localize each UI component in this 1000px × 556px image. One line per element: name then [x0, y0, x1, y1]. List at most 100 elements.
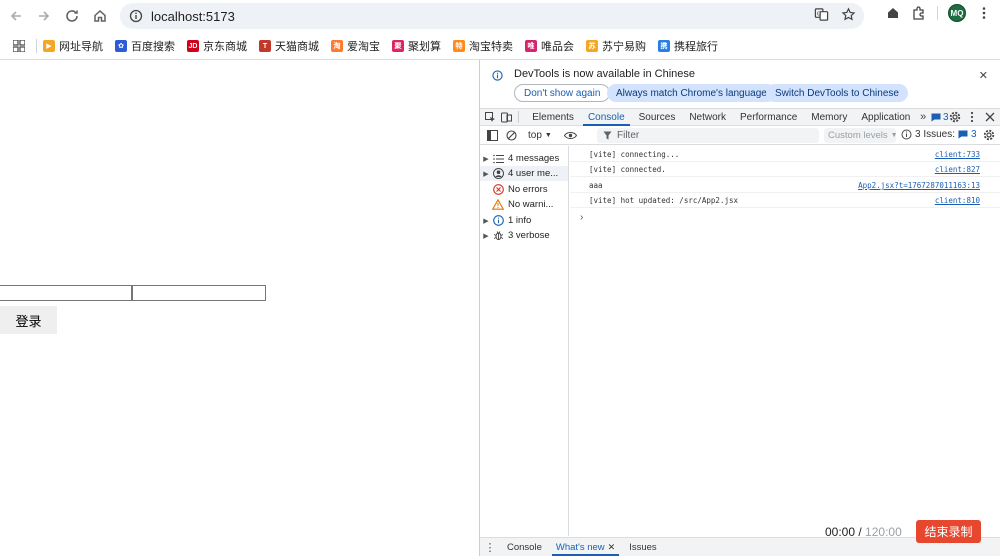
- bookmarks-bar: ▶ 网址导航 ✿ 百度搜索 JD 京东商城 T 天猫商城淘爱淘宝聚聚划算特淘宝特卖唯唯品会苏苏…: [0, 33, 1000, 59]
- close-tab-icon[interactable]: ✕: [608, 542, 616, 553]
- dont-show-again-button[interactable]: Don't show again: [514, 84, 611, 102]
- console-toolbar: top ▼ Filter Custom levels ▼ 3 Issues: 3: [480, 126, 1000, 145]
- drawer-menu-icon[interactable]: ⋮: [480, 541, 500, 554]
- bookmark-item[interactable]: 特淘宝特卖: [453, 38, 513, 54]
- sidebar-item-errors[interactable]: No errors: [480, 182, 568, 197]
- address-bar[interactable]: localhost:5173 G: [120, 3, 864, 29]
- drawer-tab-whats-new[interactable]: What's new ✕: [549, 538, 622, 556]
- bookmark-item[interactable]: 苏苏宁易购: [586, 38, 646, 54]
- sidebar-item-messages[interactable]: ▶ 4 messages: [480, 151, 568, 166]
- bookmark-item[interactable]: T 天猫商城: [259, 38, 319, 54]
- issues-info-icon: [901, 129, 912, 140]
- log-message: [vite] hot updated: /src/App2.jsx: [589, 196, 739, 205]
- log-levels-label: Custom levels: [828, 130, 888, 141]
- login-button[interactable]: 登录: [0, 306, 57, 334]
- log-source-link[interactable]: App2.jsx?t=1767287011163:13: [858, 181, 980, 190]
- bookmark-label: 淘宝特卖: [469, 41, 513, 53]
- url-text[interactable]: localhost:5173: [151, 9, 235, 24]
- switch-to-chinese-button[interactable]: Switch DevTools to Chinese: [766, 84, 908, 102]
- tab-application[interactable]: Application: [854, 109, 917, 126]
- log-source-link[interactable]: client:810: [935, 196, 980, 205]
- tab-performance[interactable]: Performance: [733, 109, 804, 126]
- console-prompt-icon[interactable]: ›: [580, 212, 583, 223]
- list-icon: [492, 153, 504, 165]
- drawer-tab-console[interactable]: Console: [500, 538, 549, 556]
- devtools-tabbar: Elements Console Sources Network Perform…: [480, 108, 1000, 126]
- devtools-close-icon[interactable]: [984, 110, 996, 124]
- sidebar-item-label: No warni...: [508, 199, 554, 210]
- sidebar-item-user-messages[interactable]: ▶ 4 user me...: [480, 166, 568, 181]
- devtools-menu-icon[interactable]: [967, 110, 979, 124]
- live-expression-eye-icon[interactable]: [564, 128, 578, 142]
- password-input[interactable]: [132, 285, 266, 301]
- bookmark-item[interactable]: ✿ 百度搜索: [115, 38, 175, 54]
- log-levels-dropdown[interactable]: Custom levels ▼: [824, 128, 898, 143]
- home-icon[interactable]: [86, 2, 114, 30]
- tab-memory[interactable]: Memory: [804, 109, 854, 126]
- bookmark-label: 百度搜索: [131, 41, 175, 53]
- browser-menu-icon[interactable]: [976, 5, 992, 21]
- context-selector[interactable]: top ▼: [528, 130, 552, 141]
- expand-caret-icon[interactable]: ▶: [480, 170, 492, 178]
- bookmarks-divider: [36, 39, 37, 53]
- console-settings-icon[interactable]: [982, 128, 996, 142]
- extensions-icon[interactable]: [911, 5, 927, 21]
- info-icon: [492, 215, 504, 227]
- user-icon: [492, 168, 504, 180]
- apps-grid-icon[interactable]: [6, 36, 32, 56]
- bookmark-favicon-icon: ▶: [43, 40, 55, 52]
- reload-icon[interactable]: [58, 2, 86, 30]
- issues-message-icon: [931, 113, 941, 121]
- expand-caret-icon[interactable]: ▶: [480, 232, 492, 240]
- issues-counter[interactable]: 3 Issues: 3: [901, 129, 977, 140]
- translate-icon[interactable]: G: [814, 7, 829, 22]
- back-icon[interactable]: [2, 2, 30, 30]
- inspect-element-icon[interactable]: [485, 110, 497, 124]
- tab-sources[interactable]: Sources: [632, 109, 683, 126]
- bookmark-item[interactable]: 淘爱淘宝: [331, 38, 380, 54]
- always-match-language-button[interactable]: Always match Chrome's language: [607, 84, 776, 102]
- console-filter-input[interactable]: Filter: [597, 128, 819, 143]
- bookmark-item[interactable]: 聚聚划算: [392, 38, 441, 54]
- bookmark-favicon-icon: 特: [453, 40, 465, 52]
- bookmark-star-icon[interactable]: [841, 7, 856, 22]
- bookmark-item[interactable]: JD 京东商城: [187, 38, 247, 54]
- sidebar-toggle-icon[interactable]: [485, 128, 499, 142]
- forward-icon[interactable]: [30, 2, 58, 30]
- bookmark-favicon-icon: T: [259, 40, 271, 52]
- sidebar-item-info[interactable]: ▶ 1 info: [480, 213, 568, 228]
- username-input[interactable]: [0, 285, 132, 301]
- sidebar-item-warnings[interactable]: No warni...: [480, 197, 568, 212]
- expand-caret-icon[interactable]: ▶: [480, 217, 492, 225]
- profile-avatar[interactable]: MQ: [948, 4, 966, 22]
- tab-elements[interactable]: Elements: [525, 109, 581, 126]
- home-shortcut-icon[interactable]: [885, 5, 901, 21]
- banner-close-icon[interactable]: ✕: [979, 69, 988, 82]
- sidebar-item-verbose[interactable]: ▶ 3 verbose: [480, 228, 568, 243]
- bookmark-label: 聚划算: [408, 41, 441, 53]
- tab-network[interactable]: Network: [682, 109, 733, 126]
- issues-badge[interactable]: 3: [931, 112, 949, 123]
- chevron-down-icon: ▼: [544, 131, 552, 139]
- banner-message: DevTools is now available in Chinese: [514, 68, 695, 80]
- devtools-settings-icon[interactable]: [949, 110, 961, 124]
- bookmark-item[interactable]: ▶ 网址导航: [43, 38, 103, 54]
- bookmark-favicon-icon: 唯: [525, 40, 537, 52]
- language-banner: DevTools is now available in Chinese ✕ D…: [480, 60, 1000, 108]
- site-info-icon[interactable]: [129, 9, 143, 23]
- clear-console-icon[interactable]: [504, 128, 518, 142]
- tab-console[interactable]: Console: [581, 109, 632, 126]
- log-source-link[interactable]: client:827: [935, 165, 980, 174]
- timer-separator: /: [855, 525, 866, 539]
- stop-recording-button[interactable]: 结束录制: [916, 520, 981, 543]
- sidebar-item-label: 4 user me...: [508, 168, 559, 179]
- bookmark-item[interactable]: 唯唯品会: [525, 38, 574, 54]
- bookmark-item[interactable]: 携携程旅行: [658, 38, 718, 54]
- drawer-tab-issues[interactable]: Issues: [622, 538, 663, 556]
- device-toolbar-icon[interactable]: [501, 110, 513, 124]
- more-tabs-icon[interactable]: »: [917, 110, 929, 124]
- bookmark-favicon-icon: JD: [187, 40, 199, 52]
- log-source-link[interactable]: client:733: [935, 150, 980, 159]
- context-label: top: [528, 129, 542, 141]
- expand-caret-icon[interactable]: ▶: [480, 155, 492, 163]
